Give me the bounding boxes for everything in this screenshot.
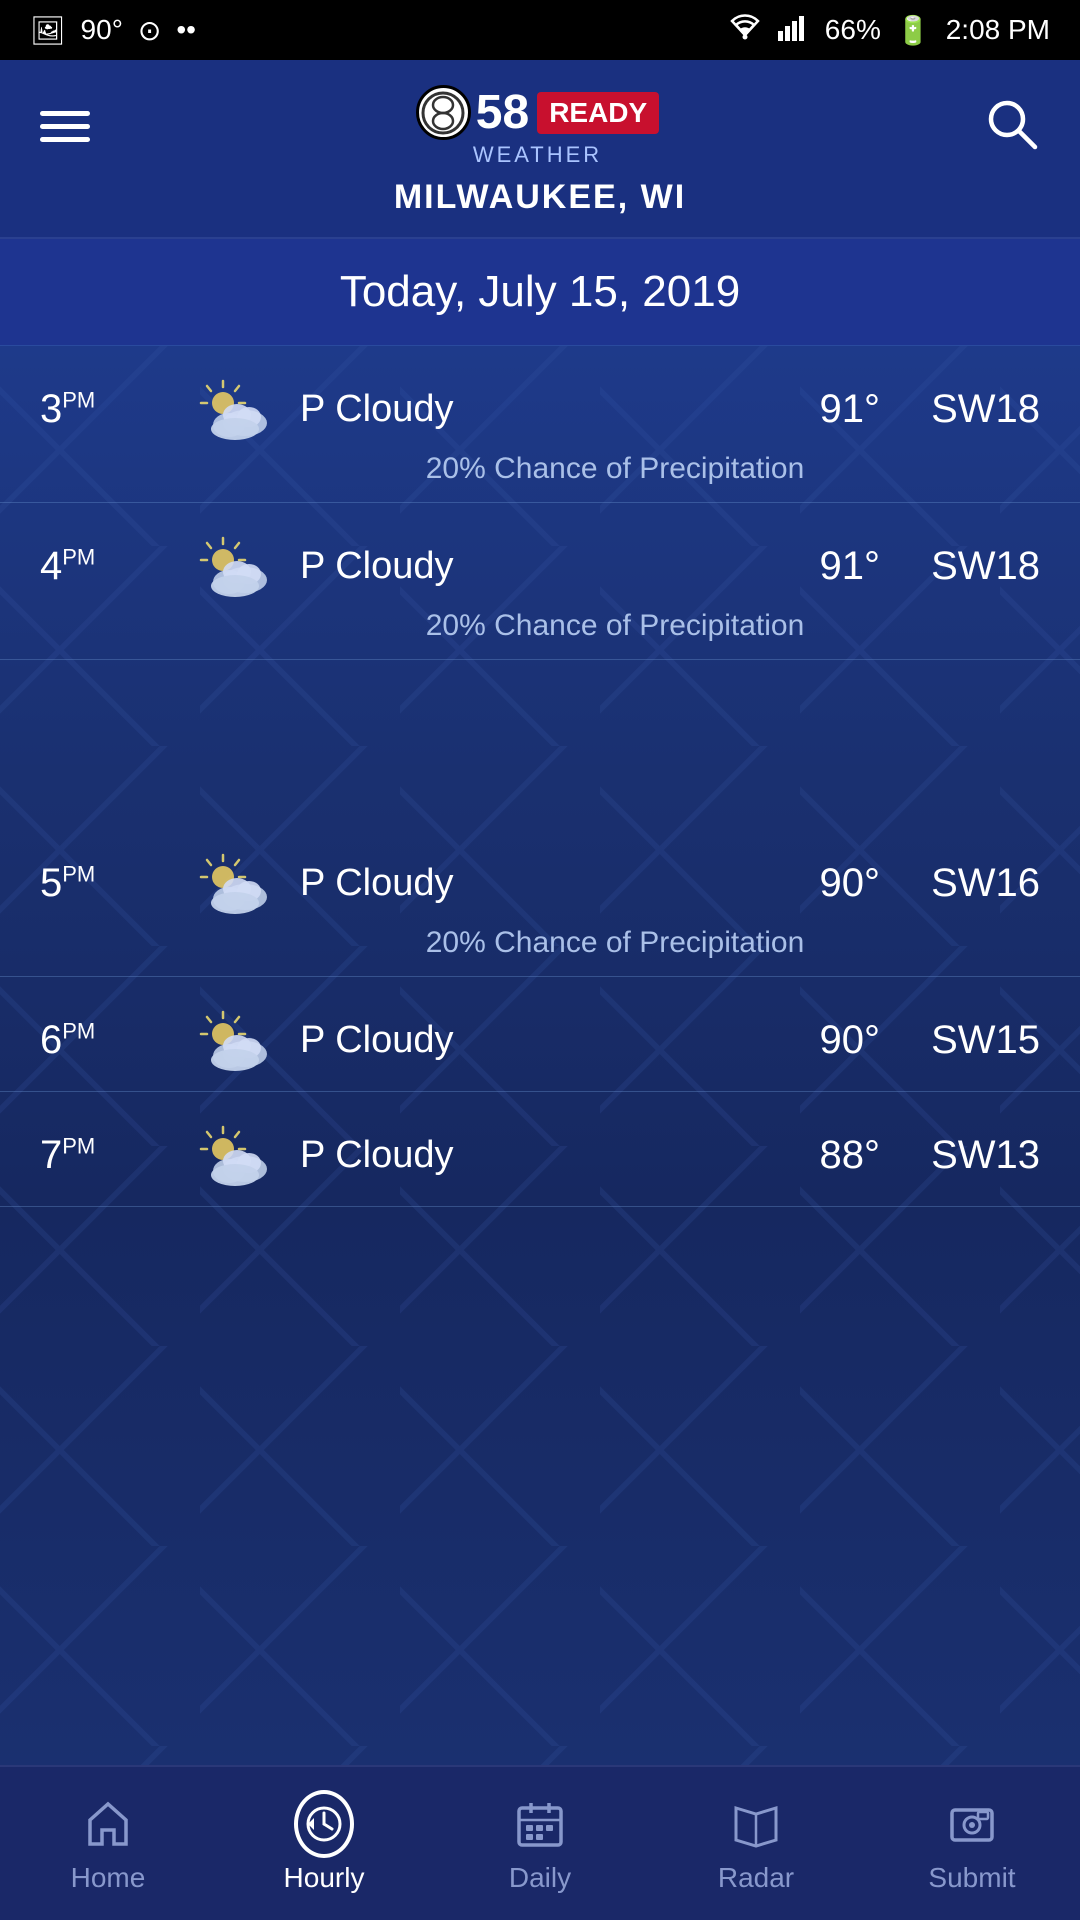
time-label: 5PM: [40, 861, 170, 906]
submit-label: Submit: [928, 1862, 1015, 1894]
battery-icon: 🔋: [896, 14, 931, 47]
submit-icon: [942, 1794, 1002, 1854]
nav-item-home[interactable]: Home: [28, 1794, 188, 1894]
photo-icon: 🖼: [30, 14, 66, 47]
radar-icon: [726, 1794, 786, 1854]
cbs-logo: [416, 85, 471, 140]
nav-item-radar[interactable]: Radar: [676, 1794, 836, 1894]
weather-condition-icon: [190, 1005, 280, 1075]
date-text: Today, July 15, 2019: [340, 267, 740, 316]
status-left-icons: 🖼 90° ⊙ ••: [30, 14, 196, 47]
hourly-label: Hourly: [284, 1862, 365, 1894]
temperature-label: 90°: [770, 1018, 880, 1063]
dots-icon: ••: [176, 14, 196, 46]
time-label: 6PM: [40, 1018, 170, 1063]
channel-number: 58: [476, 85, 529, 140]
wind-label: SW18: [900, 387, 1040, 432]
wind-label: SW18: [900, 544, 1040, 589]
wind-label: SW16: [900, 861, 1040, 906]
hourly-icon: [294, 1794, 354, 1854]
app-header: 58 READY WEATHER MILWAUKEE, WI: [0, 60, 1080, 239]
battery-status: 66%: [825, 14, 881, 46]
weather-row: 5PM P Cloudy 90° SW1: [0, 820, 1080, 977]
temperature-label: 88°: [770, 1133, 880, 1178]
ready-badge: READY: [537, 92, 659, 134]
weather-sublabel: WEATHER: [473, 142, 602, 168]
temperature-label: 91°: [770, 387, 880, 432]
home-icon: [78, 1794, 138, 1854]
weather-row: 4PM P Cloudy 91° SW1: [0, 503, 1080, 660]
status-right-icons: 66% 🔋 2:08 PM: [727, 13, 1050, 48]
weather-condition-icon: [190, 1120, 280, 1190]
weather-row: 7PM P Cloudy 88° SW1: [0, 1092, 1080, 1207]
signal-icon: [778, 13, 810, 48]
app-logo: 58 READY WEATHER: [416, 85, 659, 168]
condition-label: P Cloudy: [300, 388, 750, 431]
weather-condition-icon: [190, 374, 280, 444]
precipitation-text: 20% Chance of Precipitation: [40, 926, 1040, 960]
precipitation-text: 20% Chance of Precipitation: [40, 452, 1040, 486]
nav-item-submit[interactable]: Submit: [892, 1794, 1052, 1894]
time-label: 4PM: [40, 544, 170, 589]
sync-icon: ⊙: [138, 14, 161, 47]
wifi-icon: [727, 13, 763, 48]
condition-label: P Cloudy: [300, 1134, 750, 1177]
condition-label: P Cloudy: [300, 1019, 750, 1062]
temperature-label: 91°: [770, 544, 880, 589]
content-area: 3PM P Cloudy 91° SW1: [0, 346, 1080, 1776]
menu-button[interactable]: [40, 111, 90, 142]
status-text: 90°: [81, 14, 123, 46]
time-display: 2:08 PM: [946, 14, 1050, 46]
weather-row: 3PM P Cloudy 91° SW1: [0, 346, 1080, 503]
location-label: MILWAUKEE, WI: [394, 178, 686, 217]
weather-rows-container: 3PM P Cloudy 91° SW1: [0, 346, 1080, 1207]
time-label: 3PM: [40, 387, 170, 432]
daily-label: Daily: [509, 1862, 571, 1894]
nav-item-daily[interactable]: Daily: [460, 1794, 620, 1894]
time-label: 7PM: [40, 1133, 170, 1178]
nav-item-hourly[interactable]: Hourly: [244, 1794, 404, 1894]
daily-icon: [510, 1794, 570, 1854]
condition-label: P Cloudy: [300, 545, 750, 588]
condition-label: P Cloudy: [300, 862, 750, 905]
weather-row: 6PM P Cloudy 90° SW1: [0, 977, 1080, 1092]
weather-condition-icon: [190, 531, 280, 601]
weather-condition-icon: [190, 848, 280, 918]
radar-label: Radar: [718, 1862, 794, 1894]
status-bar: 🖼 90° ⊙ •• 66% 🔋 2:08 PM: [0, 0, 1080, 60]
temperature-label: 90°: [770, 861, 880, 906]
search-button[interactable]: [985, 97, 1040, 157]
bottom-navigation: Home Hourly: [0, 1765, 1080, 1920]
home-label: Home: [71, 1862, 146, 1894]
wind-label: SW13: [900, 1133, 1040, 1178]
precipitation-text: 20% Chance of Precipitation: [40, 609, 1040, 643]
wind-label: SW15: [900, 1018, 1040, 1063]
date-header: Today, July 15, 2019: [0, 239, 1080, 346]
